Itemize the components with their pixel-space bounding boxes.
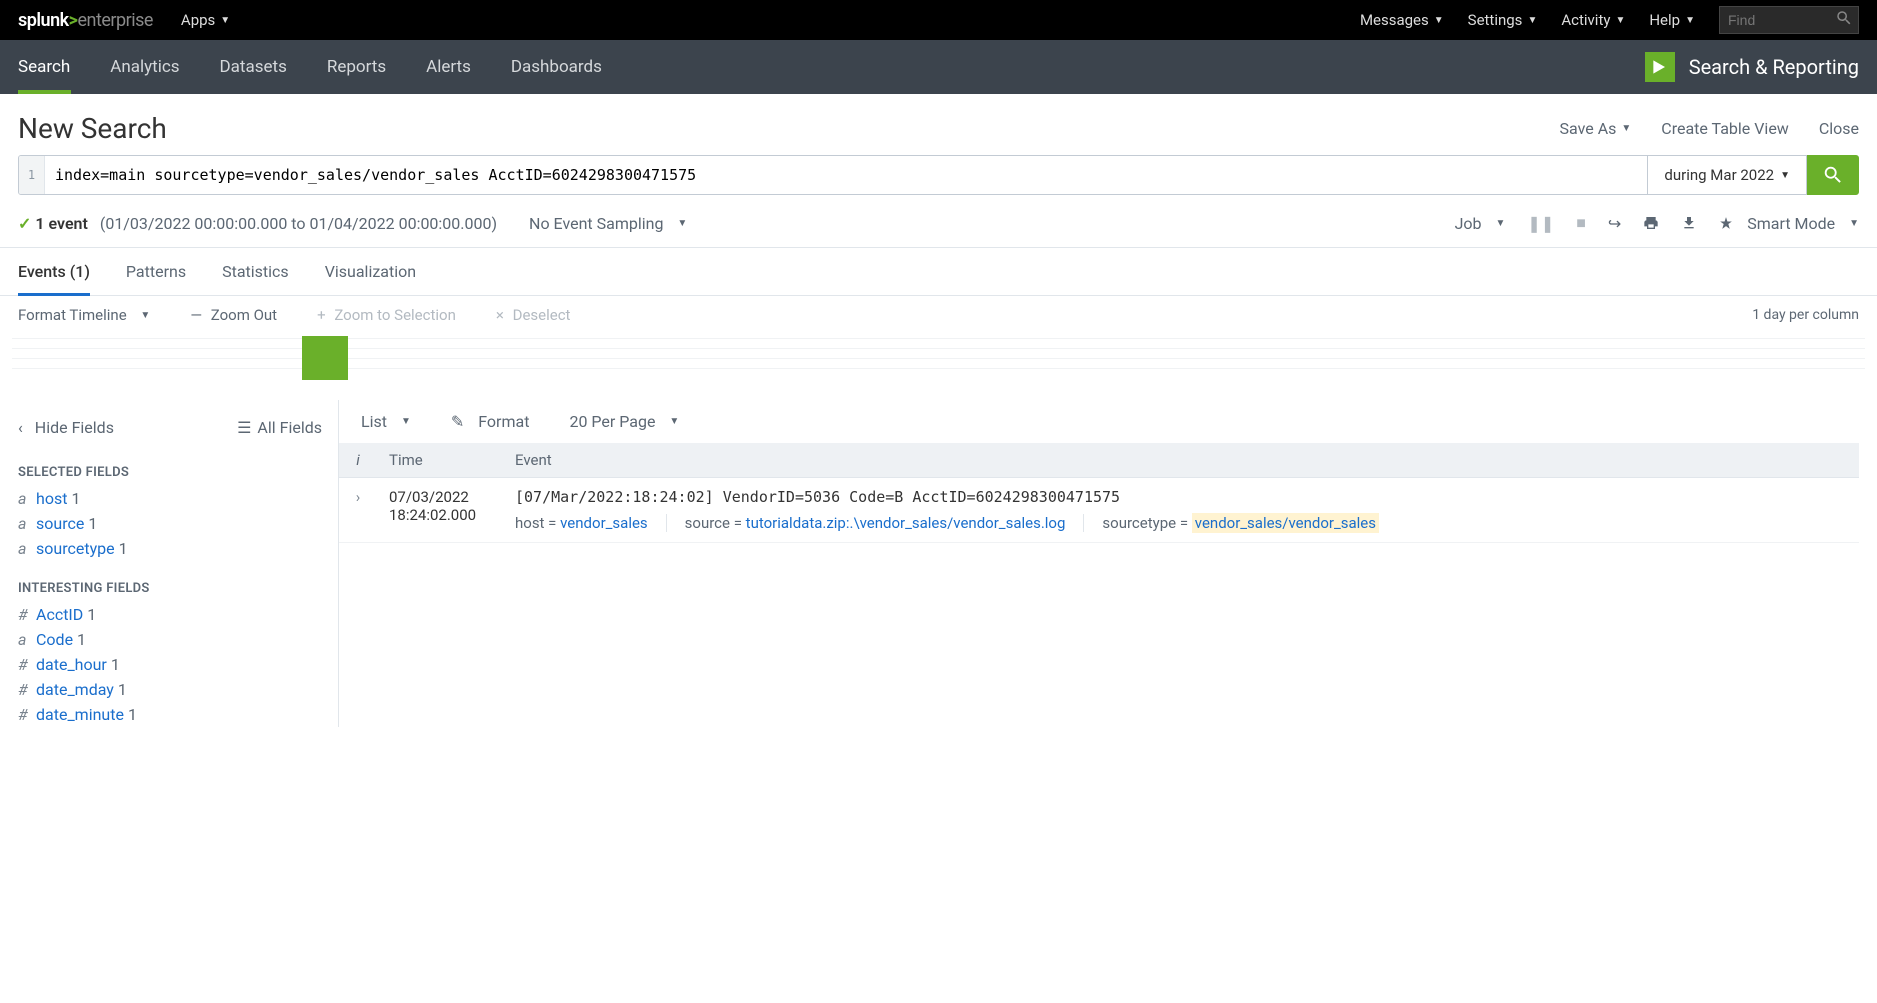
nav-search[interactable]: Search bbox=[18, 40, 90, 94]
event-count: 1 event bbox=[35, 214, 87, 233]
apps-menu[interactable]: Apps▼ bbox=[181, 11, 230, 29]
event-time-span: (01/03/2022 00:00:00.000 to 01/04/2022 0… bbox=[100, 214, 497, 233]
results-area: ‹ Hide Fields ☰All Fields SELECTED FIELD… bbox=[0, 400, 1877, 727]
event-meta-row: host = vendor_sales source = tutorialdat… bbox=[515, 514, 1847, 532]
events-panel: List ▼ ✎ Format 20 Per Page ▼ i Time Eve… bbox=[338, 400, 1859, 727]
field-item[interactable]: asource1 bbox=[18, 511, 322, 536]
search-mode-dropdown[interactable]: Smart Mode ▼ bbox=[1719, 214, 1859, 233]
tab-statistics[interactable]: Statistics bbox=[222, 248, 289, 295]
source-value-link[interactable]: tutorialdata.zip:.\vendor_sales/vendor_s… bbox=[746, 514, 1066, 532]
chevron-left-icon: ‹ bbox=[18, 418, 23, 437]
timeline-scale-label: 1 day per column bbox=[1752, 307, 1859, 323]
search-status-row: ✓ 1 event (01/03/2022 00:00:00.000 to 01… bbox=[0, 207, 1877, 248]
host-value-link[interactable]: vendor_sales bbox=[560, 514, 648, 532]
page-title: New Search bbox=[18, 112, 167, 145]
selected-fields-list: ahost1 asource1 asourcetype1 bbox=[18, 486, 322, 561]
activity-menu[interactable]: Activity▼ bbox=[1561, 11, 1625, 29]
time-range-picker[interactable]: during Mar 2022▼ bbox=[1648, 155, 1807, 195]
deselect-button: × Deselect bbox=[496, 306, 571, 324]
col-info: i bbox=[339, 443, 377, 478]
zoom-to-selection-button: + Zoom to Selection bbox=[317, 306, 456, 324]
search-bar-row: 1 during Mar 2022▼ bbox=[0, 155, 1877, 207]
share-icon[interactable]: ↪ bbox=[1608, 214, 1621, 233]
run-search-button[interactable] bbox=[1807, 155, 1859, 195]
list-icon: ☰ bbox=[237, 418, 251, 437]
timeline-bar[interactable] bbox=[302, 336, 348, 380]
settings-menu[interactable]: Settings▼ bbox=[1468, 11, 1538, 29]
global-topbar: splunk>enterprise Apps▼ Messages▼ Settin… bbox=[0, 0, 1877, 40]
app-navbar: Search Analytics Datasets Reports Alerts… bbox=[0, 40, 1877, 94]
sourcetype-value-link[interactable]: vendor_sales/vendor_sales bbox=[1192, 513, 1379, 533]
hide-fields-button[interactable]: ‹ Hide Fields bbox=[18, 418, 114, 437]
selected-fields-heading: SELECTED FIELDS bbox=[18, 465, 322, 480]
events-toolbar: List ▼ ✎ Format 20 Per Page ▼ bbox=[339, 400, 1859, 443]
list-view-dropdown[interactable]: List ▼ bbox=[361, 412, 411, 431]
nav-datasets[interactable]: Datasets bbox=[200, 40, 307, 94]
col-time: Time bbox=[377, 443, 503, 478]
brand-logo: splunk>enterprise bbox=[18, 10, 153, 31]
pause-icon[interactable]: ❚❚ bbox=[1527, 214, 1554, 233]
event-time-cell: 07/03/2022 18:24:02.000 bbox=[377, 478, 503, 543]
print-icon[interactable] bbox=[1643, 215, 1659, 231]
nav-dashboards[interactable]: Dashboards bbox=[491, 40, 622, 94]
event-sampling-dropdown[interactable]: No Event Sampling ▼ bbox=[529, 214, 687, 233]
job-menu[interactable]: Job ▼ bbox=[1455, 214, 1506, 233]
save-as-button[interactable]: Save As▼ bbox=[1560, 119, 1632, 138]
field-item[interactable]: ahost1 bbox=[18, 486, 322, 511]
page-header: New Search Save As▼ Create Table View Cl… bbox=[0, 94, 1877, 155]
interesting-fields-heading: INTERESTING FIELDS bbox=[18, 581, 322, 596]
field-item[interactable]: asourcetype1 bbox=[18, 536, 322, 561]
spl-search-input[interactable] bbox=[45, 156, 1647, 194]
field-item[interactable]: aCode1 bbox=[18, 627, 322, 652]
timeline-controls: Format Timeline ▼ — Zoom Out + Zoom to S… bbox=[0, 296, 1877, 330]
pencil-icon: ✎ bbox=[451, 412, 464, 431]
tab-visualization[interactable]: Visualization bbox=[325, 248, 416, 295]
tab-events[interactable]: Events (1) bbox=[18, 248, 90, 295]
field-item[interactable]: #date_hour1 bbox=[18, 652, 322, 677]
expand-row-button[interactable]: › bbox=[339, 478, 377, 543]
close-button[interactable]: Close bbox=[1819, 119, 1859, 138]
fields-sidebar: ‹ Hide Fields ☰All Fields SELECTED FIELD… bbox=[18, 400, 338, 727]
format-timeline-dropdown[interactable]: Format Timeline ▼ bbox=[18, 306, 150, 324]
field-item[interactable]: #date_minute1 bbox=[18, 702, 322, 727]
events-table: i Time Event › 07/03/2022 18:24:02.000 [… bbox=[339, 443, 1859, 543]
check-icon: ✓ bbox=[18, 214, 31, 233]
search-line-gutter: 1 bbox=[19, 156, 45, 194]
search-icon bbox=[1835, 9, 1853, 31]
col-event: Event bbox=[503, 443, 1859, 478]
event-raw-text: [07/Mar/2022:18:24:02] VendorID=5036 Cod… bbox=[515, 488, 1847, 506]
format-button[interactable]: ✎ Format bbox=[451, 412, 530, 431]
timeline-chart[interactable] bbox=[12, 330, 1865, 380]
all-fields-button[interactable]: ☰All Fields bbox=[237, 418, 322, 437]
app-icon bbox=[1645, 52, 1675, 82]
per-page-dropdown[interactable]: 20 Per Page ▼ bbox=[569, 412, 679, 431]
stop-icon[interactable]: ■ bbox=[1576, 213, 1586, 233]
zoom-out-button[interactable]: — Zoom Out bbox=[190, 306, 277, 324]
chevron-right-icon: › bbox=[356, 488, 361, 506]
nav-alerts[interactable]: Alerts bbox=[406, 40, 491, 94]
interesting-fields-list: #AcctID1 aCode1 #date_hour1 #date_mday1 … bbox=[18, 602, 322, 727]
field-item[interactable]: #AcctID1 bbox=[18, 602, 322, 627]
export-icon[interactable] bbox=[1681, 215, 1697, 231]
nav-reports[interactable]: Reports bbox=[307, 40, 406, 94]
help-menu[interactable]: Help▼ bbox=[1649, 11, 1695, 29]
event-content-cell: [07/Mar/2022:18:24:02] VendorID=5036 Cod… bbox=[503, 478, 1859, 543]
search-box: 1 bbox=[18, 155, 1648, 195]
field-item[interactable]: #date_mday1 bbox=[18, 677, 322, 702]
event-row: › 07/03/2022 18:24:02.000 [07/Mar/2022:1… bbox=[339, 478, 1859, 543]
nav-analytics[interactable]: Analytics bbox=[90, 40, 199, 94]
messages-menu[interactable]: Messages▼ bbox=[1360, 11, 1444, 29]
tab-patterns[interactable]: Patterns bbox=[126, 248, 186, 295]
create-table-view-button[interactable]: Create Table View bbox=[1661, 119, 1789, 138]
app-title: Search & Reporting bbox=[1689, 55, 1859, 79]
result-tabs: Events (1) Patterns Statistics Visualiza… bbox=[0, 248, 1877, 296]
